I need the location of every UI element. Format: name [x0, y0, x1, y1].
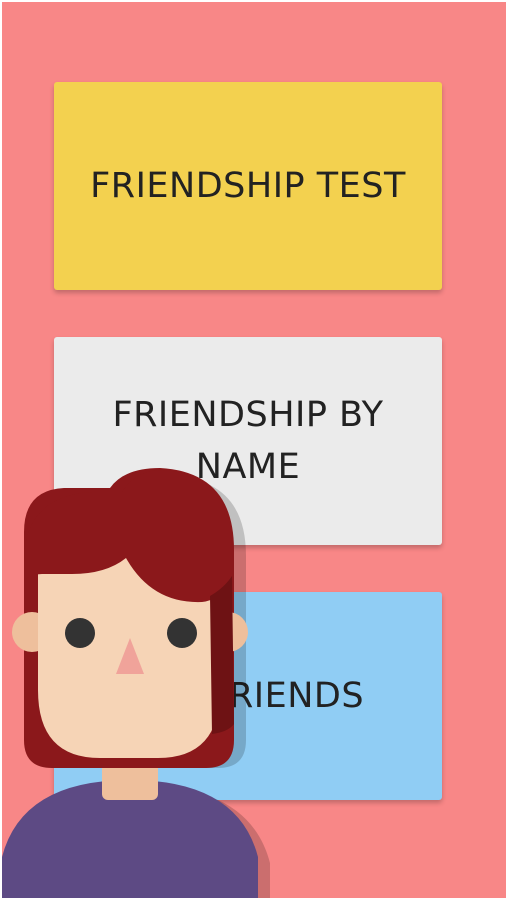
girl-avatar-illustration	[2, 468, 270, 898]
friendship-test-label: FRIENDSHIP TEST	[90, 166, 406, 206]
avatar-hair-strand	[210, 576, 234, 734]
friendship-test-button[interactable]: FRIENDSHIP TEST	[54, 82, 442, 290]
avatar-right-eye	[167, 618, 197, 648]
avatar-left-eye	[65, 618, 95, 648]
app-screen: FRIENDSHIP TEST FRIENDSHIP BY NAME R FRI…	[2, 2, 506, 898]
